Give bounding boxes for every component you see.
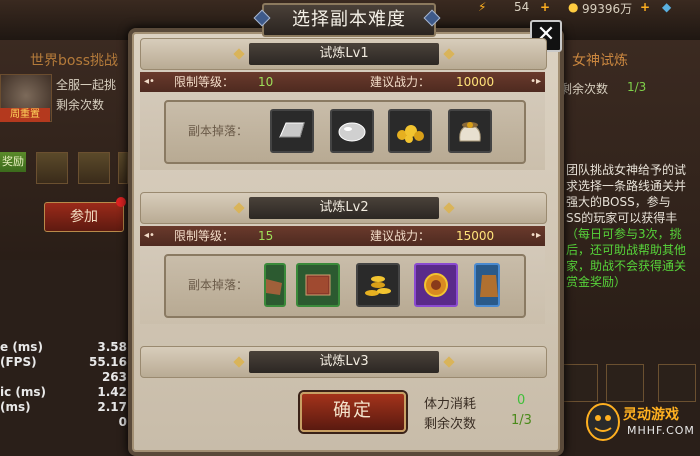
arrow-right-icon: •▸ [530, 230, 541, 241]
book-icon[interactable] [296, 263, 340, 307]
level-header[interactable]: 试炼Lv1 [140, 38, 547, 70]
goddess-remaining-label: 剩余次数 [560, 82, 609, 96]
stat-row: ic (ms) 1.42 [0, 385, 127, 399]
reward-item-2[interactable] [78, 152, 110, 184]
drop-label: 副本掉落： [188, 278, 249, 292]
stat-row: 263 [101, 370, 127, 384]
desc-line: SS的玩家可以获得丰 [566, 211, 678, 225]
requirement-bar: ◂• 限制等级： 15 建议战力： 15000 •▸ [140, 226, 545, 246]
gold-coins-icon[interactable] [356, 263, 400, 307]
reward-item-1[interactable] [36, 152, 68, 184]
level-limit-label: 限制等级： [174, 75, 235, 89]
desc-line: 求选择一条路线通关并 [566, 179, 687, 193]
stat-row: (FPS) 55.16 [0, 355, 127, 369]
stamina-cost-label: 体力消耗 [424, 397, 477, 412]
desc-line: 团队挑战女神给予的试 [566, 163, 687, 177]
silver-ore-icon[interactable] [330, 109, 374, 153]
power-label: 建议战力： [370, 75, 431, 89]
join-button[interactable]: 参加 [44, 202, 124, 232]
world-boss-desc: 全服一起挑 [56, 78, 117, 92]
level-limit-label: 限制等级： [174, 229, 235, 243]
add-gold-icon[interactable]: + [640, 0, 650, 14]
level-header[interactable]: 试炼Lv3 [140, 346, 547, 378]
reward-item[interactable] [560, 364, 598, 402]
remaining-label: 剩余次数 [424, 417, 477, 432]
desc-line: 强大的BOSS，参与 [566, 195, 671, 209]
level-option-3[interactable]: 试炼Lv3 [140, 346, 547, 380]
level-name: 试炼Lv2 [249, 197, 439, 219]
resource-count-1: 54 [514, 0, 530, 14]
requirement-bar: ◂• 限制等级： 10 建议战力： 10000 •▸ [140, 72, 545, 92]
logo-url: MHHF.COM [627, 424, 695, 437]
logo-text: 灵动游戏 [623, 407, 679, 423]
power-value: 10000 [456, 75, 495, 89]
confirm-button[interactable]: 确定 [300, 392, 406, 432]
power-label: 建议战力： [370, 229, 431, 243]
remaining-value: 1/3 [511, 413, 532, 428]
arrow-right-icon: •▸ [530, 76, 541, 87]
leather-icon[interactable] [264, 263, 286, 307]
reward-item[interactable] [606, 364, 644, 402]
drop-box: 副本掉落： [164, 100, 526, 164]
level-details: ◂• 限制等级： 15 建议战力： 15000 •▸ 副本掉落： [140, 224, 545, 324]
weekly-reset-tag: 周重置 [0, 108, 50, 122]
add-resource-icon[interactable]: + [540, 0, 550, 14]
armor-icon[interactable] [474, 263, 500, 307]
gem-icon: ◆ [662, 0, 672, 14]
gold-nuggets-icon[interactable] [388, 109, 432, 153]
desc-line: 赏金奖励） [566, 275, 627, 289]
watermark-logo: 灵动游戏 MHHF.COM [585, 402, 697, 446]
level-limit-value: 15 [258, 229, 274, 243]
goddess-trial-desc: 团队挑战女神给予的试 求选择一条路线通关并 强大的BOSS，参与 SS的玩家可以… [566, 162, 700, 290]
stat-row: 0 [118, 415, 127, 429]
level-limit-value: 10 [258, 75, 274, 89]
debug-stats: e (ms) 3.58 (FPS) 55.16 263 ic (ms) 1.42 (m… [0, 340, 135, 430]
stat-row: e (ms) 3.58 [0, 340, 127, 354]
drop-label: 副本掉落： [188, 124, 249, 138]
goddess-trial-title: 女神试炼 [572, 53, 628, 69]
gold-bag-icon[interactable] [448, 109, 492, 153]
power-value: 15000 [456, 229, 495, 243]
desc-line: 家，助战不会获得通关 [566, 259, 687, 273]
arrow-left-icon: ◂• [144, 76, 155, 87]
goddess-remaining-value: 1/3 [627, 80, 647, 94]
logo-icon [586, 403, 620, 441]
arrow-left-icon: ◂• [144, 230, 155, 241]
desc-line: （每日可参与3次，挑 [566, 227, 682, 241]
level-option-2[interactable]: 试炼Lv2 ◂• 限制等级： 15 建议战力： 15000 •▸ 副本掉落： [140, 192, 547, 332]
gold-coin-icon: ● [568, 0, 579, 14]
dialog-title: 选择副本难度 [262, 3, 436, 37]
stat-row: (ms) 2.17 [0, 400, 127, 414]
notification-dot [116, 197, 126, 207]
world-boss-title: 世界boss挑战 [30, 53, 119, 69]
level-header[interactable]: 试炼Lv2 [140, 192, 547, 224]
reward-item-3[interactable] [118, 152, 128, 184]
silver-bar-icon[interactable] [270, 109, 314, 153]
level-details: ◂• 限制等级： 10 建议战力： 10000 •▸ 副本掉落： [140, 70, 545, 170]
reward-item[interactable] [658, 364, 696, 402]
desc-line: 后，还可助战帮助其他 [566, 243, 687, 257]
stamina-cost-value: 0 [517, 393, 526, 408]
badge-icon[interactable] [414, 263, 458, 307]
level-name: 试炼Lv3 [249, 351, 439, 373]
world-boss-remaining: 剩余次数 [56, 98, 105, 112]
drop-box: 副本掉落： [164, 254, 526, 318]
level-name: 试炼Lv1 [249, 43, 439, 65]
level-option-1[interactable]: 试炼Lv1 ◂• 限制等级： 10 建议战力： 10000 •▸ 副本掉落： [140, 38, 547, 178]
reward-tag: 奖励 [0, 152, 26, 172]
gold-count: 99396万 [582, 2, 633, 16]
energy-icon: ⚡ [478, 0, 487, 14]
